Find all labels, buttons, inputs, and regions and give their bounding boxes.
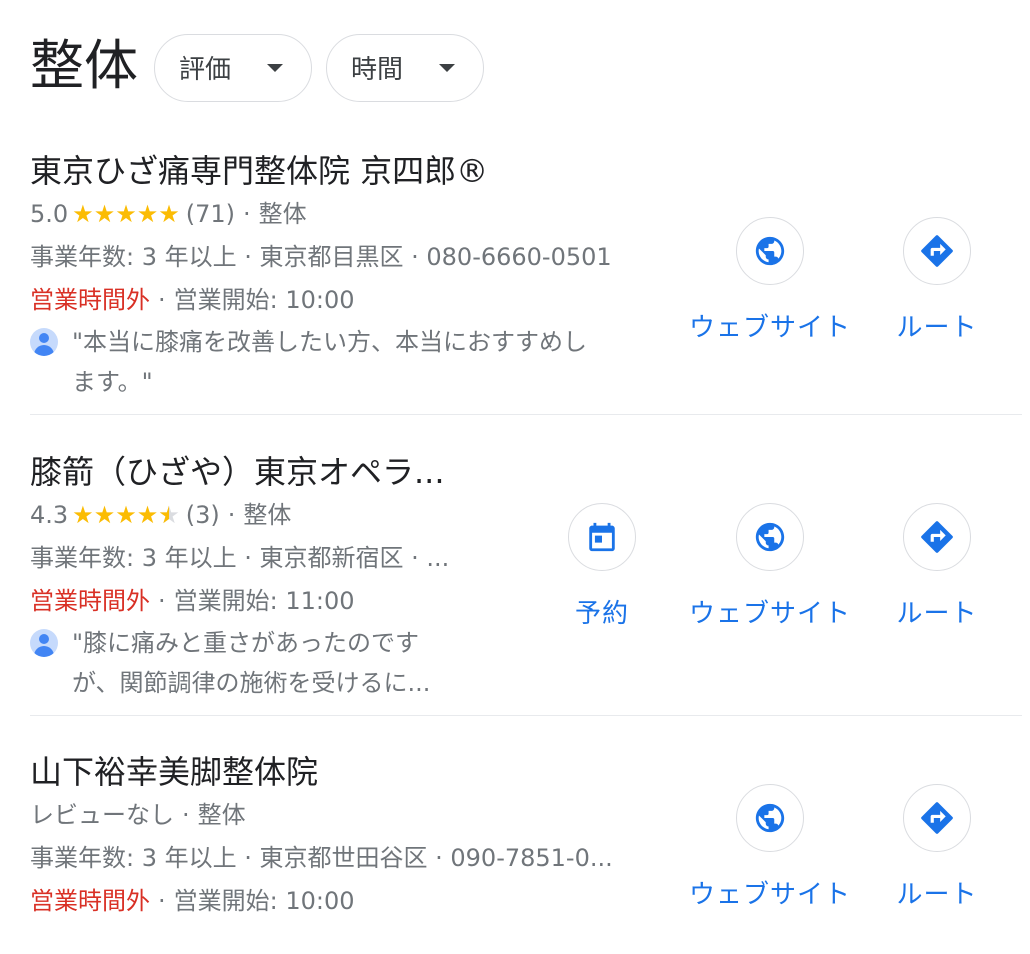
opening-time: 営業開始: 10:00 [173,887,355,915]
review-text-line-2: が、関節調律の施術を受けるに... [72,669,431,697]
opening-time: 営業開始: 10:00 [173,286,355,314]
rating-line: レビューなし · 整体 [30,801,246,829]
listing-info: 東京ひざ痛専門整体院 京四郎® 5.0 ★★★★★ (71) · 整体 事業年数: 3 … [30,149,690,402]
route-circle[interactable] [903,503,971,571]
route-circle[interactable] [903,784,971,852]
star-rating-icon: ★★★★★ [72,494,180,537]
status-closed: 営業時間外 [30,286,150,314]
listing-item[interactable]: 膝箭（ひざや）東京オペラ... 4.3★★★★★(3)·整体 事業年数: 3 年… [0,450,1030,715]
star-rating-icon: ★★★★★ [72,200,180,228]
review-text-line-1: "本当に膝痛を改善したい方、本当におすすめし [72,328,588,356]
category: 整体 [258,200,307,228]
globe-icon [755,236,785,266]
calendar-icon [589,522,615,552]
globe-icon [755,522,785,552]
listing-info: 山下裕幸美脚整体院 レビューなし · 整体 事業年数: 3 年以上 · 東京都世田谷… [30,750,690,923]
review-text-line-2: ます。" [72,368,153,396]
reserve-button[interactable]: 予約 [517,503,687,630]
opening-time: 営業開始: 11:00 [173,587,355,615]
hours-filter-chip[interactable]: 時間 [326,33,485,102]
details-line: 事業年数: 3 年以上 · 東京都目黒区 · 080-6660-0501 [30,243,612,271]
header: 整体 評価 時間 [30,30,498,105]
reserve-circle[interactable] [568,503,636,571]
website-circle[interactable] [736,217,804,285]
directions-icon [921,235,953,267]
route-button[interactable]: ルート [852,784,1022,911]
hours-line: 営業時間外 · 営業開始: 10:00 [30,887,355,915]
rating-line: 5.0 ★★★★★ (71) · 整体 [30,200,307,228]
no-reviews-text: レビューなし [30,801,174,829]
category: 整体 [243,501,292,529]
listing-item[interactable]: 東京ひざ痛専門整体院 京四郎® 5.0 ★★★★★ (71) · 整体 事業年数: 3 … [0,145,1030,415]
chevron-down-icon [267,63,284,72]
category: 整体 [197,801,246,829]
rating-filter-label: 評価 [179,55,232,85]
divider [30,715,1022,716]
directions-icon [921,521,953,553]
hours-line: 営業時間外 · 営業開始: 10:00 [30,286,355,314]
review-count[interactable]: (3) [186,501,220,529]
divider [30,414,1022,415]
route-button[interactable]: ルート [852,217,1022,344]
globe-icon [755,803,785,833]
reserve-label: 予約 [574,599,629,629]
chevron-down-icon [439,63,456,72]
listing-item[interactable]: 山下裕幸美脚整体院 レビューなし · 整体 事業年数: 3 年以上 · 東京都世田谷… [0,750,1030,940]
review-snippet: "膝に痛みと重さがあったのです が、関節調律の施術を受けるに... [30,623,690,703]
business-name[interactable]: 膝箭（ひざや）東京オペラ... [30,450,690,494]
website-circle[interactable] [736,784,804,852]
website-label: ウェブサイト [688,599,851,629]
review-text-line-1: "膝に痛みと重さがあったのです [72,629,420,657]
website-button[interactable]: ウェブサイト [685,503,855,630]
review-count[interactable]: (71) [186,200,235,228]
review-snippet: "本当に膝痛を改善したい方、本当におすすめし ます。" [30,322,690,402]
status-closed: 営業時間外 [30,887,150,915]
website-button[interactable]: ウェブサイト [685,784,855,911]
rating-value: 5.0 [30,200,69,228]
avatar-icon [30,328,58,356]
rating-filter-chip[interactable]: 評価 [154,33,313,102]
hours-filter-label: 時間 [351,55,404,85]
avatar-icon [30,629,58,657]
business-name[interactable]: 東京ひざ痛専門整体院 京四郎® [30,149,690,193]
business-name[interactable]: 山下裕幸美脚整体院 [30,750,690,794]
route-button[interactable]: ルート [852,503,1022,630]
status-closed: 営業時間外 [30,587,150,615]
details-line: 事業年数: 3 年以上 · 東京都世田谷区 · 090-7851-0... [30,844,613,872]
website-circle[interactable] [736,503,804,571]
route-label: ルート [896,880,978,910]
page-title: 整体 [30,33,138,97]
directions-icon [921,802,953,834]
website-button[interactable]: ウェブサイト [685,217,855,344]
route-circle[interactable] [903,217,971,285]
route-label: ルート [896,313,978,343]
rating-value: 4.3 [30,501,69,529]
website-label: ウェブサイト [688,313,851,343]
route-label: ルート [896,599,978,629]
website-label: ウェブサイト [688,880,851,910]
